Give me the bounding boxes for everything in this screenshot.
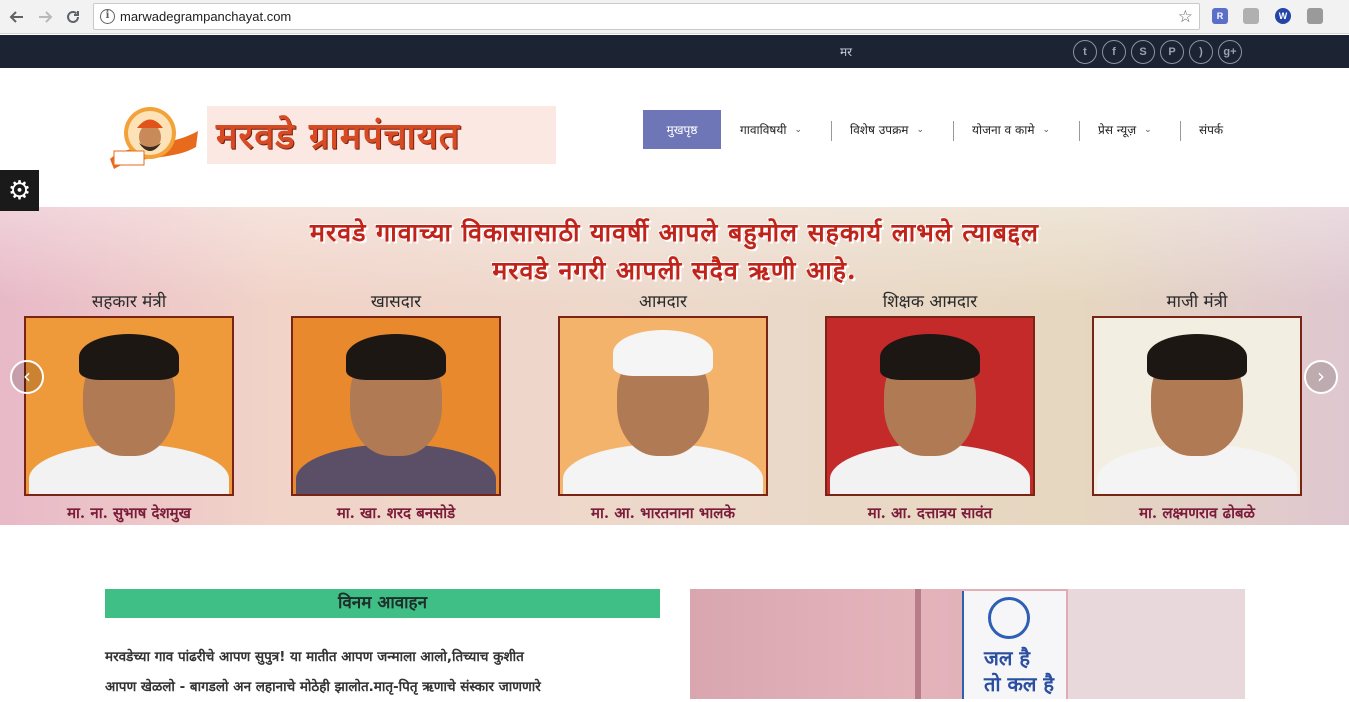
sign-text: जल है तो कल है xyxy=(984,646,1055,696)
water-drop-emblem-icon xyxy=(988,597,1030,639)
leader-role: आमदार xyxy=(639,292,687,312)
leader-card: माजी मंत्री मा. लक्ष्मणराव ढोबळे xyxy=(1090,287,1304,525)
leader-role: खासदार xyxy=(370,292,422,312)
pinterest-icon[interactable]: P xyxy=(1160,40,1184,64)
reload-button[interactable] xyxy=(61,5,85,29)
google-plus-icon[interactable]: g+ xyxy=(1218,40,1242,64)
bookmark-star-icon[interactable]: ☆ xyxy=(1178,7,1193,27)
back-button[interactable] xyxy=(5,5,29,29)
appeal-heading: विनम आवाहन xyxy=(105,589,660,618)
url-text[interactable]: marwadegrampanchayat.com xyxy=(120,9,291,24)
r-extension-icon[interactable]: R xyxy=(1212,8,1228,24)
rss-icon[interactable]: ) xyxy=(1189,40,1213,64)
leader-hair xyxy=(613,330,713,376)
leader-hair xyxy=(79,334,179,380)
leader-role: माजी मंत्री xyxy=(1166,292,1228,312)
leader-name: मा. ना. सुभाष देशमुख xyxy=(67,504,191,522)
leader-photo xyxy=(291,316,501,496)
menu-divider xyxy=(953,121,954,141)
pdf-extension-icon[interactable] xyxy=(1243,8,1259,24)
menu-schemes-works[interactable]: योजना व कामे ⌄ xyxy=(972,110,1050,149)
site-title[interactable]: मरवडे ग्रामपंचायत xyxy=(216,110,460,159)
chevron-down-icon: ⌄ xyxy=(794,124,802,135)
hero-slider: मरवडे गावाच्या विकासासाठी यावर्षी आपले ब… xyxy=(0,207,1349,525)
skype-icon[interactable]: S xyxy=(1131,40,1155,64)
leader-name: मा. आ. दत्तात्रय सावंत xyxy=(867,504,993,522)
leader-photo xyxy=(825,316,1035,496)
slider-prev-button[interactable]: ‹ xyxy=(10,360,44,394)
forward-arrow-icon xyxy=(39,11,53,23)
leader-card: सहकार मंत्री मा. ना. सुभाष देशमुख xyxy=(22,287,236,525)
leader-name: मा. लक्ष्मणराव ढोबळे xyxy=(1139,504,1255,522)
leader-name: मा. खा. शरद बनसोडे xyxy=(336,504,456,522)
chevron-down-icon: ⌄ xyxy=(1144,124,1152,135)
twitter-icon[interactable]: t xyxy=(1073,40,1097,64)
language-label[interactable]: मर xyxy=(840,43,852,60)
slider-heading-line1: मरवडे गावाच्या विकासासाठी यावर्षी आपले ब… xyxy=(310,218,1039,247)
menu-contact[interactable]: संपर्क xyxy=(1199,110,1223,149)
back-arrow-icon xyxy=(9,11,23,23)
menu-divider xyxy=(1180,121,1181,141)
menu-home[interactable]: मुखपृष्ठ xyxy=(643,110,721,149)
leader-hair xyxy=(346,334,446,380)
cube-extension-icon[interactable] xyxy=(1307,8,1323,24)
paragraph-line: मरवडेच्या गाव पांढरीचे आपण सुपुत्र! या म… xyxy=(105,649,524,665)
slider-heading-line2: मरवडे नगरी आपली सदैव ऋणी आहे. xyxy=(492,256,857,285)
w-extension-icon[interactable]: W xyxy=(1275,8,1291,24)
leader-card: शिक्षक आमदार मा. आ. दत्तात्रय सावंत xyxy=(823,287,1037,525)
menu-press-news[interactable]: प्रेस न्यूज़ ⌄ xyxy=(1098,110,1152,149)
water-campaign-sign: जल है तो कल है xyxy=(962,591,1066,699)
paragraph-line: आपण खेळलो - बागडलो अन लहानाचे मोठेही झाल… xyxy=(105,679,541,695)
water-sign-photo: जल है तो कल है xyxy=(690,589,1245,699)
leader-name: मा. आ. भारतनाना भालके xyxy=(591,504,735,522)
menu-divider xyxy=(831,121,832,141)
leader-role: सहकार मंत्री xyxy=(91,292,167,312)
appeal-paragraph: मरवडेच्या गाव पांढरीचे आपण सुपुत्र! या म… xyxy=(105,642,665,702)
settings-gear-icon[interactable]: ⚙ xyxy=(0,170,39,211)
leader-card: खासदार मा. खा. शरद बनसोडे xyxy=(289,287,503,525)
leader-photo xyxy=(1092,316,1302,496)
top-bar: मर t f S P) g+ xyxy=(0,35,1349,68)
forward-button[interactable] xyxy=(33,5,57,29)
chevron-down-icon: ⌄ xyxy=(1042,124,1051,135)
menu-about-village[interactable]: गावाविषयी ⌄ xyxy=(740,110,802,149)
info-icon[interactable]: i xyxy=(100,9,115,24)
leader-hair xyxy=(1147,334,1247,380)
menu-special-initiatives[interactable]: विशेष उपक्रम ⌄ xyxy=(850,110,924,149)
facebook-icon[interactable]: f xyxy=(1102,40,1126,64)
chevron-down-icon: ⌄ xyxy=(916,124,925,135)
shivaji-emblem-logo[interactable] xyxy=(106,103,202,171)
menu-divider xyxy=(1079,121,1080,141)
leader-hair xyxy=(880,334,980,380)
reload-icon xyxy=(67,10,79,23)
address-bar[interactable]: i marwadegrampanchayat.com ☆ xyxy=(93,3,1200,30)
browser-toolbar: i marwadegrampanchayat.com ☆ R W xyxy=(0,0,1349,34)
leader-photo xyxy=(24,316,234,496)
leader-role: शिक्षक आमदार xyxy=(882,292,978,312)
leader-card: आमदार मा. आ. भारतनाना भालके xyxy=(556,287,770,525)
slider-next-button[interactable]: › xyxy=(1304,360,1338,394)
leader-photo xyxy=(558,316,768,496)
door-frame xyxy=(915,589,921,699)
wall-panel xyxy=(1068,589,1245,699)
